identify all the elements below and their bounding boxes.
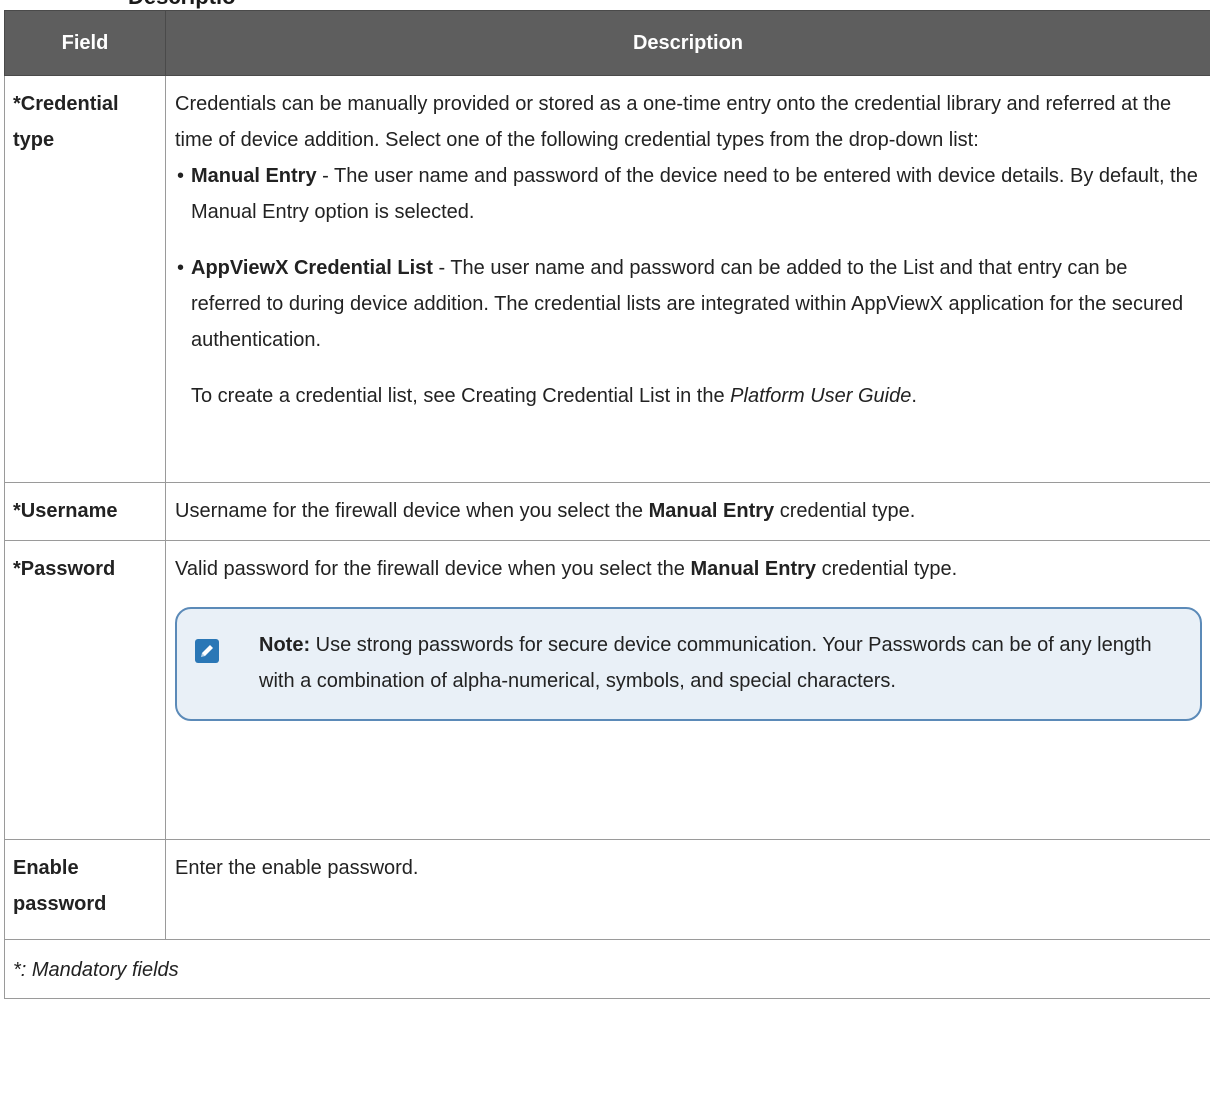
table-row: *Username Username for the firewall devi… <box>4 482 1210 541</box>
table-footer-row: *: Mandatory fields <box>4 939 1210 999</box>
description-enable-password: Enter the enable password. <box>165 839 1210 940</box>
option-credential-list: • AppViewX Credential List - The user nam… <box>175 250 1202 414</box>
table-header-row: Field Description <box>4 10 1210 76</box>
field-enable-password: Enable password <box>4 839 166 940</box>
option-manual-entry: • Manual Entry - The user name and passwo… <box>175 158 1202 230</box>
header-field: Field <box>4 10 166 76</box>
field-password: *Password <box>4 540 166 840</box>
bullet-icon: • <box>177 257 185 279</box>
credential-type-intro: Credentials can be manually provided or … <box>175 93 1172 151</box>
mandatory-fields-note: *: Mandatory fields <box>4 939 1210 999</box>
description-credential-type: Credentials can be manually provided or … <box>165 75 1210 483</box>
bullet-icon: • <box>177 165 185 187</box>
note-callout: Note: Use strong passwords for secure de… <box>175 607 1202 721</box>
section-heading-fragment: Descriptio <box>0 0 1210 10</box>
credential-type-options: • Manual Entry - The user name and passwo… <box>175 158 1202 414</box>
description-username: Username for the firewall device when yo… <box>165 482 1210 541</box>
guide-title: Platform User Guide <box>730 385 912 407</box>
note-text: Use strong passwords for secure device c… <box>259 634 1152 692</box>
note-label: Note: <box>259 634 311 656</box>
credential-list-help: To create a credential list, see Creatin… <box>191 385 917 407</box>
table-row: Enable password Enter the enable passwor… <box>4 839 1210 940</box>
table-row: *Credential type Credentials can be manu… <box>4 75 1210 483</box>
field-username: *Username <box>4 482 166 541</box>
field-credential-type: *Credential type <box>4 75 166 483</box>
description-password: Valid password for the firewall device w… <box>165 540 1210 840</box>
table-row: *Password Valid password for the firewal… <box>4 540 1210 840</box>
pencil-icon <box>195 639 219 663</box>
header-description: Description <box>165 10 1210 76</box>
credential-fields-table: Field Description *Credential type Crede… <box>4 10 1210 999</box>
